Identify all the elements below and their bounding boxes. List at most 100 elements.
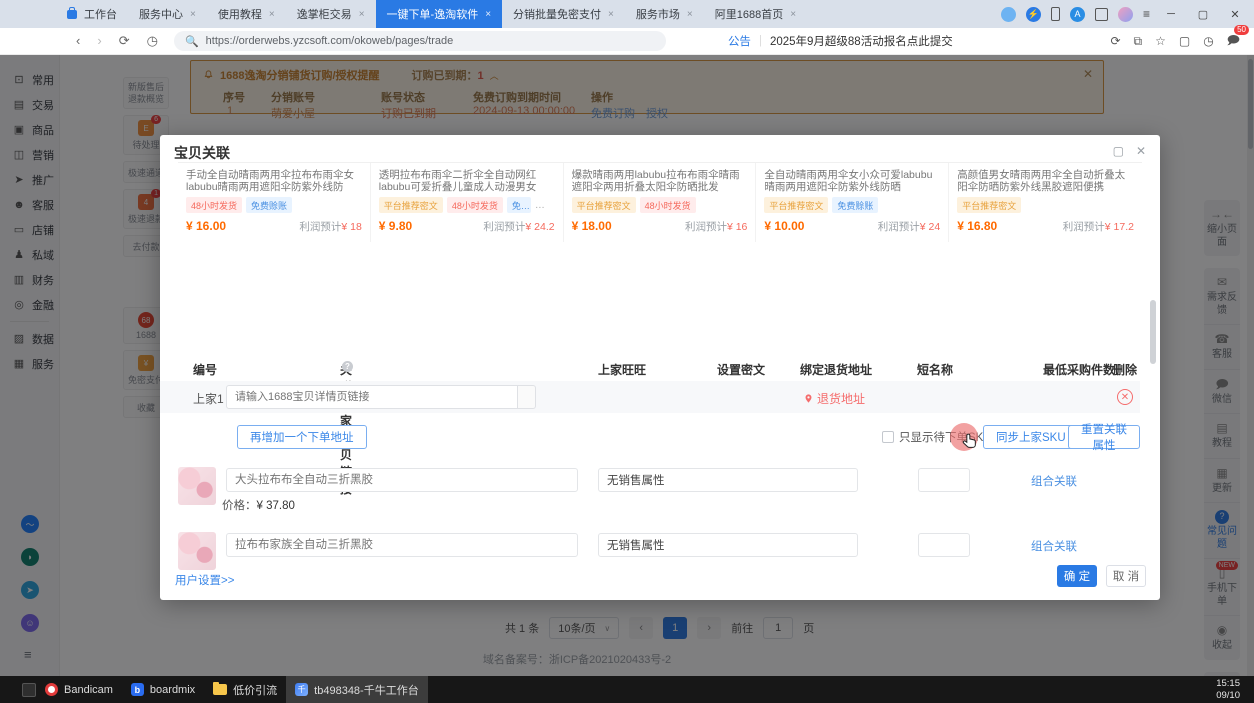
announcement-text[interactable]: 2025年9月超级88活动报名点此提交 [770,33,953,49]
taskbar-app-icon[interactable] [22,683,36,697]
product-card[interactable]: 透明拉布布雨伞二折伞全自动网红labubu可爱折叠儿童成人动漫男女 平台推荐密文… [371,163,564,242]
profit-label: 利润预计 [1063,221,1105,233]
min-qty-input[interactable] [918,468,970,492]
taskbar-folder[interactable]: 低价引流 [204,676,286,703]
avatar[interactable] [1118,7,1133,22]
product-card[interactable]: 全自动晴雨两用伞女小众可爱labubu晴雨两用遮阳伞防紫外线防晒 平台推荐密文 … [756,163,949,242]
modal-close-icon[interactable]: ✕ [1136,144,1146,158]
modal-maximize-icon[interactable]: ▢ [1113,144,1124,158]
reset-link-attrs-button[interactable]: 重置关联属性 [1068,425,1140,449]
forward-button[interactable]: › [97,33,101,49]
sku-attr-input[interactable] [598,533,858,557]
taskbar-bandicam[interactable]: Bandicam [36,676,122,703]
copy-icon[interactable]: ⧉ [1134,34,1143,49]
confirm-button[interactable]: 确 定 [1057,565,1097,587]
taskbar-clock[interactable]: 15:1509/10 [1216,678,1240,702]
supplier-row: 上家1 退货地址 ✕ [160,381,1140,413]
combo-link[interactable]: 组合关联 [1031,538,1077,554]
os-taskbar: Bandicam bboardmix 低价引流 千tb498348-千牛工作台 … [0,676,1254,703]
checkbox[interactable] [882,431,894,443]
min-qty-input[interactable] [918,533,970,557]
card-title: 透明拉布布雨伞二折伞全自动网红labubu可爱折叠儿童成人动漫男女 [379,169,555,193]
menu-icon[interactable]: ≡ [1143,7,1150,21]
titlebar-icons: ⚡ A ≡ ─ ▢ ✕ [1001,0,1254,28]
message-badge: 50 [1234,25,1249,35]
url-text: https://orderwebs.yzcsoft.com/okoweb/pag… [206,35,454,47]
tag-platform: 平台推荐密文 [379,197,443,213]
tab-close-icon[interactable]: × [790,9,796,20]
product-card[interactable]: 爆款晴雨两用labubu拉布布雨伞晴雨遮阳伞两用折叠太阳伞防晒批发 平台推荐密文… [564,163,757,242]
product-card[interactable]: 高颜值男女晴雨两用伞全自动折叠太阳伞防晒防紫外线黑胶遮阳便携 平台推荐密文 ¥ … [949,163,1142,242]
star-icon[interactable]: ☆ [1155,34,1166,48]
hand-cursor-icon [960,432,980,452]
sync-supplier-sku-button[interactable]: 同步上家SKU [983,425,1079,449]
message-icon[interactable]: 🗩50 [1227,31,1240,52]
tag-48h-ship: 48小时发货 [447,197,503,213]
profit-label: 利润预计 [685,221,727,233]
col-ciphertext: 设置密文 [717,361,765,378]
return-address-link[interactable]: 退货地址 [803,390,865,407]
card-price: ¥ 10.00 [764,219,804,233]
combo-link[interactable]: 组合关联 [1031,473,1077,489]
lightning-circle-icon[interactable]: ⚡ [1026,7,1041,22]
modal-title: 宝贝关联 [174,145,230,161]
tab-batch-pay[interactable]: 分销批量免密支付× [502,0,625,28]
product-card[interactable]: 手动全自动晴雨两用伞拉布布雨伞女labubu晴雨两用遮阳伞防紫外线防 48小时发… [178,163,371,242]
notes-icon[interactable] [1095,8,1108,21]
delete-row-icon[interactable]: ✕ [1117,389,1133,405]
profit-value: ¥ 18 [341,221,361,233]
col-wangwang: 上家旺旺 [598,361,646,378]
tag-48h-ship: 48小时发货 [186,197,242,213]
tab-label: 阿里1688首页 [715,6,783,22]
col-short-name: 短名称 [917,361,953,378]
tab-close-icon[interactable]: × [485,9,491,20]
history-clock-icon[interactable]: ◷ [147,33,158,49]
modal-scrollbar-thumb[interactable] [1150,300,1156,364]
tab-service-center[interactable]: 服务中心× [128,0,207,28]
window-close-button[interactable]: ✕ [1224,8,1246,21]
profit-label: 利润预计 [483,221,525,233]
add-order-address-button[interactable]: 再增加一个下单地址 [237,425,367,449]
reload-button[interactable]: ⟳ [119,33,130,49]
tab-service-market[interactable]: 服务市场× [625,0,704,28]
sku-name-input[interactable] [226,533,578,557]
link-table-header: 编号 关联上家宝贝链接? 上家旺旺 设置密文 绑定退货地址 短名称 最低采购件数… [160,361,1140,380]
tab-tutorial[interactable]: 使用教程× [207,0,286,28]
url-field[interactable]: 🔍 https://orderwebs.yzcsoft.com/okoweb/p… [174,31,666,51]
clock-icon[interactable]: ◷ [1203,34,1213,48]
tab-yzg-trade[interactable]: 逸掌柜交易× [286,0,376,28]
user-settings-link[interactable]: 用户设置>> [175,572,234,588]
supplier-link-input[interactable] [226,385,518,409]
taskbar-qianniu[interactable]: 千tb498348-千牛工作台 [286,676,428,703]
taskbar-boardmix[interactable]: bboardmix [122,676,204,703]
announcement[interactable]: 公告 | 2025年9月超级88活动报名点此提交 [728,33,953,49]
tag-48h-ship: 48小时发货 [640,197,696,213]
tab-1688-home[interactable]: 阿里1688首页 × [704,0,807,28]
tab-close-icon[interactable]: × [687,9,693,20]
tag-free-credit: 免费赊账 [832,197,878,213]
window-minimize-button[interactable]: ─ [1160,8,1182,20]
window-maximize-button[interactable]: ▢ [1192,8,1214,21]
phone-icon[interactable] [1051,7,1060,21]
tab-close-icon[interactable]: × [269,9,275,20]
boardmix-icon: b [131,683,144,696]
back-button[interactable]: ‹ [76,33,80,49]
card-title: 手动全自动晴雨两用伞拉布布雨伞女labubu晴雨两用遮阳伞防紫外线防 [186,169,362,193]
tab-close-icon[interactable]: × [190,9,196,20]
card-price: ¥ 9.80 [379,219,412,233]
tab-close-icon[interactable]: × [359,9,365,20]
tab-close-icon[interactable]: × [608,9,614,20]
page-icon[interactable]: ▢ [1179,34,1190,48]
tab-one-click-order-active[interactable]: 一键下单-逸淘软件× [376,0,503,28]
sku-attr-input[interactable] [598,468,858,492]
tab-workbench[interactable]: 工作台 [56,0,128,28]
cancel-button[interactable]: 取 消 [1106,565,1146,587]
help-icon[interactable]: ? [342,361,353,372]
circle-a-icon[interactable]: A [1070,7,1085,22]
tag-platform: 平台推荐密文 [764,197,828,213]
paw-icon[interactable] [1001,7,1016,22]
more-tags-icon: … [535,200,545,211]
sku-name-input[interactable] [226,468,578,492]
refresh-icon[interactable]: ⟳ [1110,34,1120,48]
link-attach-button[interactable] [518,385,536,409]
